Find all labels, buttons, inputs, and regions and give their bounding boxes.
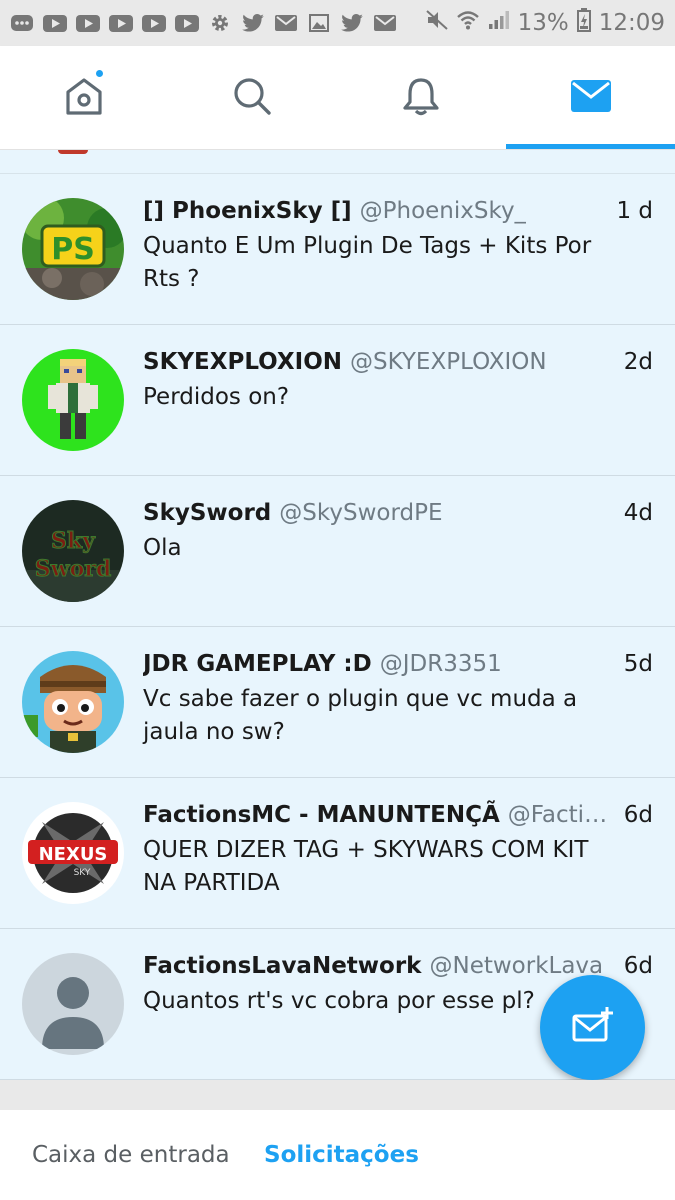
clock: 12:09 — [598, 10, 665, 36]
timestamp: 1 d — [616, 198, 653, 224]
search-icon — [231, 75, 273, 121]
tab-inbox[interactable]: Caixa de entrada — [32, 1140, 230, 1170]
youtube-notification-icon — [43, 14, 67, 32]
message-preview: Quanto E Um Plugin De Tags + Kits Por Rt… — [143, 233, 592, 292]
inbox-tab-bar: Caixa de entrada Solicitações — [0, 1110, 675, 1200]
main-tab-bar — [0, 46, 675, 150]
conversation-row[interactable]: NEXUS SKY FactionsMC - MANUNTENÇÃ @Facti… — [0, 778, 675, 929]
message-preview: Ola — [143, 535, 182, 561]
active-tab-indicator — [506, 144, 675, 149]
avatar-logo-text: NEXUS — [39, 844, 108, 865]
conversation-row[interactable]: PS [] PhoenixSky [] @PhoenixSky_ 1 d Qua… — [0, 174, 675, 325]
message-preview: Perdidos on? — [143, 384, 290, 410]
timestamp: 4d — [623, 500, 653, 526]
conversation-row[interactable]: SKYEXPLOXION @SKYEXPLOXION 2d Perdidos o… — [0, 325, 675, 476]
wifi-icon — [456, 10, 480, 36]
avatar[interactable]: PS — [22, 198, 124, 300]
sender-name: JDR GAMEPLAY :D — [143, 651, 372, 677]
mute-icon — [425, 10, 448, 36]
row-header: SkySword @SkySwordPE — [143, 498, 613, 528]
youtube-notification-icon — [76, 14, 100, 32]
message-preview: QUER DIZER TAG + SKYWARS COM KIT NA PART… — [143, 837, 589, 896]
list-footer — [0, 1080, 675, 1110]
timestamp: 5d — [623, 651, 653, 677]
row-header: FactionsLavaNetwork @NetworkLava — [143, 951, 613, 981]
status-bar: 13% 12:09 — [0, 0, 675, 46]
avatar-logo-text: PS — [51, 232, 95, 267]
conversation-list[interactable]: PS [] PhoenixSky [] @PhoenixSky_ 1 d Qua… — [0, 150, 675, 1080]
avatar[interactable] — [22, 651, 124, 753]
row-header: FactionsMC - MANUNTENÇÃ @Factions... — [143, 800, 613, 830]
sender-name: SKYEXPLOXION — [143, 349, 343, 375]
timestamp: 6d — [623, 953, 653, 979]
sender-name: FactionsLavaNetwork — [143, 953, 422, 979]
image-notification-icon — [307, 14, 331, 32]
avatar[interactable] — [22, 349, 124, 451]
conversation-row[interactable]: Sky Sword SkySword @SkySwordPE 4d Ola — [0, 476, 675, 627]
notification-icons — [10, 14, 397, 32]
tab-notifications[interactable] — [337, 46, 505, 150]
timestamp: 2d — [623, 349, 653, 375]
signal-icon — [488, 10, 510, 36]
partial-row — [0, 150, 675, 174]
mail-notification-icon — [373, 14, 397, 32]
row-header: [] PhoenixSky [] @PhoenixSky_ — [143, 196, 613, 226]
row-header: SKYEXPLOXION @SKYEXPLOXION — [143, 347, 613, 377]
sender-handle: @Factions... — [507, 802, 613, 828]
avatar[interactable]: NEXUS SKY — [22, 802, 124, 904]
system-status: 13% 12:09 — [425, 8, 665, 38]
avatar[interactable] — [22, 953, 124, 1055]
chat-notification-icon — [10, 14, 34, 32]
youtube-notification-icon — [142, 14, 166, 32]
new-message-button[interactable] — [540, 975, 645, 1080]
new-content-dot — [94, 68, 105, 79]
mail-notification-icon — [274, 14, 298, 32]
row-header: JDR GAMEPLAY :D @JDR3351 — [143, 649, 613, 679]
tab-search[interactable] — [168, 46, 336, 150]
twitter-bird-icon — [340, 14, 364, 32]
tab-home[interactable] — [0, 46, 168, 150]
bell-icon — [400, 75, 442, 121]
avatar[interactable]: Sky Sword — [22, 500, 124, 602]
sender-name: FactionsMC - MANUNTENÇÃ — [143, 802, 500, 828]
youtube-notification-icon — [175, 14, 199, 32]
message-preview: Vc sabe fazer o plugin que vc muda a jau… — [143, 686, 578, 745]
mail-icon — [570, 80, 611, 116]
sender-name: [] PhoenixSky [] — [143, 198, 352, 224]
svg-text:SKY: SKY — [74, 868, 91, 878]
sender-name: SkySword — [143, 500, 272, 526]
sender-handle: @SKYEXPLOXION — [350, 349, 547, 375]
battery-percent: 13% — [517, 10, 569, 36]
home-icon — [63, 75, 105, 121]
svg-text:Sky: Sky — [51, 528, 96, 554]
youtube-notification-icon — [109, 14, 133, 32]
conversation-row[interactable]: JDR GAMEPLAY :D @JDR3351 5d Vc sabe faze… — [0, 627, 675, 778]
gear-icon — [208, 14, 232, 32]
battery-icon — [576, 8, 591, 38]
twitter-bird-icon — [241, 14, 265, 32]
sender-handle: @PhoenixSky_ — [359, 198, 527, 224]
tab-requests[interactable]: Solicitações — [264, 1140, 419, 1170]
sender-handle: @JDR3351 — [379, 651, 502, 677]
timestamp: 6d — [623, 802, 653, 828]
compose-message-icon — [571, 1006, 615, 1050]
tab-messages[interactable] — [506, 46, 675, 150]
svg-text:Sword: Sword — [35, 556, 111, 582]
sender-handle: @SkySwordPE — [279, 500, 443, 526]
